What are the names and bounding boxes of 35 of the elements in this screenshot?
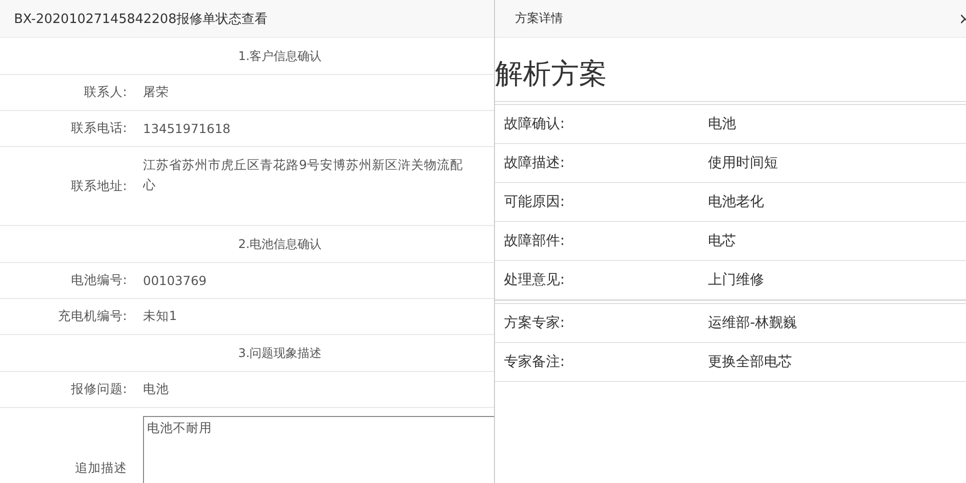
field-label: 报修问题: — [70, 381, 128, 398]
detail-label: 故障部件: — [504, 232, 566, 250]
field-value: 电池 — [143, 381, 169, 398]
section-heading: 2.电池信息确认 — [238, 236, 322, 252]
field-label: 联系电话: — [70, 120, 128, 137]
field-label: 联系人: — [82, 84, 128, 101]
detail-value: 电池老化 — [708, 193, 764, 211]
field-value: 江苏省苏州市虎丘区青花路9号安博苏州新区浒关物流配 — [143, 156, 463, 174]
plan-heading: 解析方案 — [495, 56, 608, 92]
detail-value: 使用时间短 — [708, 154, 778, 172]
field-value: 未知1 — [143, 308, 177, 325]
field-value: 心 — [143, 176, 157, 194]
field-label: 联系地址: — [70, 178, 128, 194]
detail-value: 电芯 — [708, 232, 736, 250]
detail-label: 可能原因: — [504, 193, 566, 211]
section-heading: 1.客户信息确认 — [238, 48, 322, 64]
detail-label: 处理意见: — [504, 271, 566, 289]
detail-value: 更换全部电芯 — [708, 353, 792, 371]
field-value: 13451971618 — [143, 121, 230, 136]
description-field[interactable]: 电池不耐用 — [143, 416, 494, 483]
detail-value: 运维部-林觐巍 — [708, 314, 798, 332]
field-label: 充电机编号: — [56, 308, 128, 325]
field-value: 00103769 — [143, 273, 207, 288]
field-label: 电池编号: — [70, 272, 128, 289]
detail-value: 上门维修 — [708, 271, 764, 289]
detail-label: 专家备注: — [504, 353, 566, 371]
field-value: 屠荣 — [143, 84, 169, 101]
section-heading: 3.问题现象描述 — [238, 344, 322, 362]
field-label: 追加描述 — [74, 460, 127, 477]
detail-label: 故障确认: — [504, 115, 566, 133]
panel-title: 方案详情 — [515, 10, 563, 27]
window-title: BX-20201027145842208报修单状态查看 — [14, 10, 268, 28]
detail-value: 电池 — [708, 115, 736, 133]
detail-label: 故障描述: — [504, 154, 566, 172]
detail-label: 方案专家: — [504, 314, 566, 332]
